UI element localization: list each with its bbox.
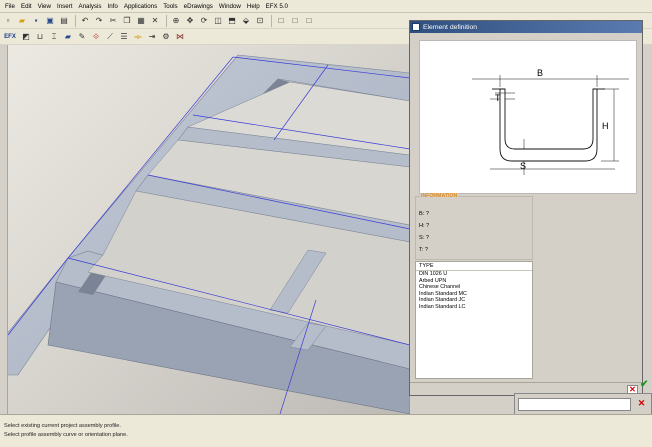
frame-model[interactable] [8,45,410,414]
menu-bar: File Edit View Insert Analysis Info Appl… [0,0,652,13]
menu-view[interactable]: View [35,3,54,10]
dialog-title: Element definition [423,23,478,31]
list-item[interactable]: Indian Standard LC [416,304,532,311]
efx-logo: EFX [4,33,16,40]
dialog-window-icon [412,23,420,31]
view-top-icon[interactable]: ⬒ [226,15,238,27]
section-diagram: B T H S [419,40,637,194]
zoom-icon[interactable]: ⊕ [170,15,182,27]
save-as-icon[interactable]: ▣ [44,15,56,27]
dim-label-t: T [495,93,501,103]
info-b-value: B: ? [419,211,429,217]
beam-icon[interactable]: ⌶ [48,31,60,43]
dim-label-b: B [537,68,543,78]
open-icon[interactable]: ▰ [16,15,28,27]
status-line-1: Select existing current project assembly… [4,423,121,429]
view-iso-icon[interactable]: ⬙ [240,15,252,27]
toolbar-separator [166,14,167,27]
channel-section-drawing: B T H S [472,68,629,175]
status-line-2: Select profile assembly curve or orienta… [4,432,128,438]
paste-icon[interactable]: ▦ [135,15,147,27]
menu-insert[interactable]: Insert [54,3,75,10]
cut-icon[interactable]: ✂ [107,15,119,27]
graphics-viewport[interactable] [8,45,410,414]
confirm-check-icon[interactable]: ✔ [640,380,652,391]
type-list[interactable]: TYPE DIN 1026 U Arbed UPN Chinese Channe… [415,261,533,379]
view-fit-icon[interactable]: ⊡ [254,15,266,27]
trim-icon[interactable]: ⟚ [132,31,144,43]
box-icon[interactable]: □ [275,15,287,27]
pan-icon[interactable]: ✥ [184,15,196,27]
info-t-value: T: ? [419,247,429,253]
new-icon[interactable]: ▫ [2,15,14,27]
save-icon[interactable]: ▪ [30,15,42,27]
channel-icon[interactable]: ⊔ [34,31,46,43]
print-icon[interactable]: ▤ [58,15,70,27]
type-list-header: TYPE [416,262,532,271]
cut-list-icon[interactable]: ☰ [118,31,130,43]
status-bar: Select existing current project assembly… [0,414,652,447]
menu-edit[interactable]: Edit [18,3,35,10]
profile-icon[interactable]: ◩ [20,31,32,43]
bolt-icon[interactable]: ⚙ [160,31,172,43]
toolbar-separator [75,14,76,27]
panel-close-icon[interactable]: ✕ [636,399,647,409]
element-definition-dialog: Element definition B T H S INFORMATION B… [409,20,643,396]
menu-file[interactable]: File [2,3,18,10]
feature-tree-panel[interactable] [0,45,8,414]
delete-icon[interactable]: ✕ [149,15,161,27]
view-front-icon[interactable]: ◫ [212,15,224,27]
plate-icon[interactable]: ▰ [62,31,74,43]
menu-help[interactable]: Help [244,3,263,10]
menu-window[interactable]: Window [216,3,244,10]
copy-icon[interactable]: ❐ [121,15,133,27]
undo-icon[interactable]: ↶ [79,15,91,27]
info-h-value: H: ? [419,223,430,229]
information-group: INFORMATION B: ? H: ? S: ? T: ? [415,193,533,260]
menu-analysis[interactable]: Analysis [75,3,104,10]
menu-tools[interactable]: Tools [160,3,180,10]
box-icon[interactable]: □ [289,15,301,27]
rotate-icon[interactable]: ⟳ [198,15,210,27]
connection-icon[interactable]: ⋈ [174,31,186,43]
menu-edrawings[interactable]: eDrawings [181,3,216,10]
information-legend: INFORMATION [420,193,459,199]
menu-efx[interactable]: EFX 5.0 [263,3,291,10]
menu-info[interactable]: Info [105,3,121,10]
toolbar-separator [271,14,272,27]
info-s-value: S: ? [419,235,429,241]
redo-icon[interactable]: ↷ [93,15,105,27]
dialog-titlebar[interactable]: Element definition [410,21,642,33]
channel-profile-shape [499,88,598,162]
secondary-input-panel: ✕ [514,393,652,415]
joint-icon[interactable]: ⟐ [90,31,102,43]
extend-icon[interactable]: ⇥ [146,31,158,43]
dim-label-h: H [602,121,609,131]
box-icon[interactable]: □ [303,15,315,27]
miter-icon[interactable]: ⟋ [104,31,116,43]
profile-input-field[interactable] [518,398,631,411]
dim-label-s: S [520,161,526,171]
weld-icon[interactable]: ✎ [76,31,88,43]
menu-applications[interactable]: Applications [121,3,160,10]
